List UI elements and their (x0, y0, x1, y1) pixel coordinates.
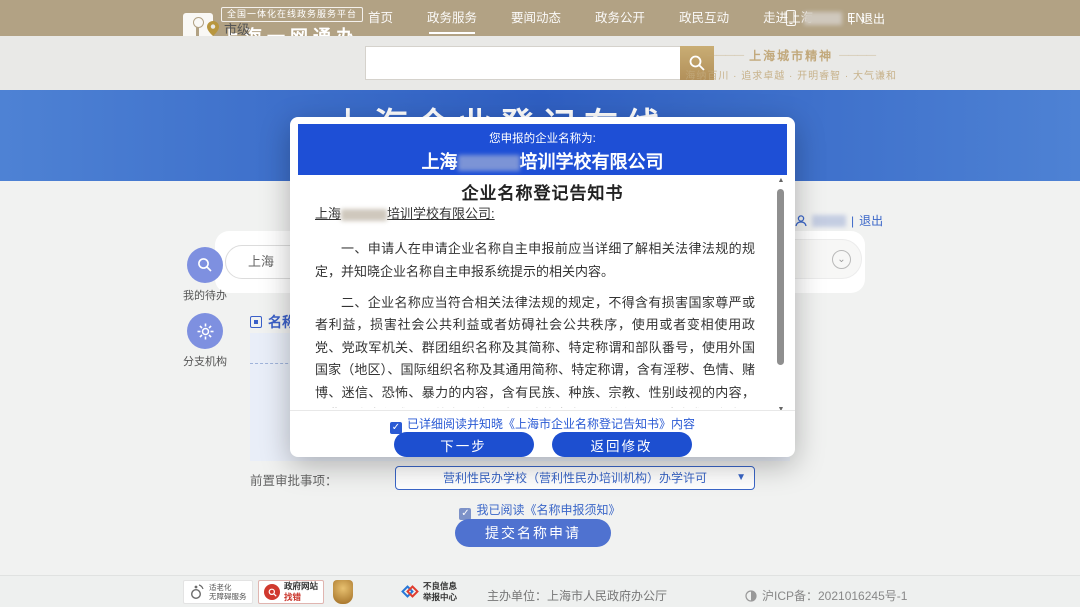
declared-name-caption: 您申报的企业名称为: (298, 130, 787, 146)
nav-home[interactable]: 首页 (368, 0, 393, 36)
city-spirit: 上海城市精神 海纳百川 · 追求卓越 · 开明睿智 · 大气谦和 (685, 47, 897, 82)
header-divider: | (850, 11, 853, 25)
notice-body[interactable]: 上海培训学校有限公司: 一、申请人在申请企业名称自主申报前应当详细了解相关法律法… (315, 203, 755, 408)
location-pin-icon (207, 21, 219, 36)
todo-search-icon (197, 257, 213, 273)
icp-text: 沪ICP备：2021016245号-1 (762, 587, 907, 604)
report-badge-line1: 不良信息 (423, 581, 457, 592)
footer: 适老化 无障碍服务 政府网站 找错 不良信息 举报中心 主办单位 (0, 575, 1080, 607)
gov-badge-line1: 政府网站 (284, 581, 318, 592)
nav-gov-open[interactable]: 政务公开 (595, 0, 645, 36)
section-icon (250, 316, 262, 328)
region-selector[interactable]: 市级 (207, 19, 250, 38)
account-name-redacted (812, 215, 846, 227)
gov-find-error-icon (264, 584, 280, 600)
top-header: 全国一体化在线政务服务平台 上海一网通办 首页 政务服务 要闻动态 政务公开 政… (0, 0, 1080, 36)
accessibility-badge[interactable]: 适老化 无障碍服务 (183, 580, 253, 604)
company-name-redacted (458, 155, 520, 171)
city-spirit-title: 上海城市精神 (685, 47, 897, 64)
mobile-icon[interactable] (786, 10, 796, 26)
my-todo-button[interactable] (187, 247, 223, 283)
gov-site-error-badge[interactable]: 政府网站 找错 (258, 580, 324, 604)
notice-modal: 您申报的企业名称为: 上海培训学校有限公司 企业名称登记告知书 上海培训学校有限… (290, 117, 795, 457)
emblem-badge-icon[interactable] (333, 580, 353, 604)
notice-title: 企业名称登记告知书 (290, 179, 795, 204)
region-label: 市级 (224, 19, 250, 38)
host-unit: 主办单位：上海市人民政府办公厅 (487, 587, 667, 604)
addressee-redacted (341, 209, 387, 221)
notice-paragraph-1: 一、申请人在申请企业名称自主申报前应当详细了解相关法律法规的规定，并知晓企业名称… (315, 238, 755, 283)
addressee-line: 上海培训学校有限公司: (315, 203, 495, 225)
modal-scrollbar[interactable]: ▲ ▼ (776, 177, 786, 413)
search-input[interactable] (365, 46, 680, 80)
branch-label: 分支机构 (175, 353, 235, 369)
nav-news[interactable]: 要闻动态 (511, 0, 561, 36)
scroll-up-icon[interactable]: ▲ (776, 177, 786, 184)
report-badge-line2: 举报中心 (423, 592, 457, 603)
content-logout-link[interactable]: 退出 (859, 212, 883, 229)
select-caret-icon: ▼ (736, 467, 746, 489)
content-divider: | (851, 214, 854, 228)
nav-interaction[interactable]: 政民互动 (679, 0, 729, 36)
submit-name-button[interactable]: 提交名称申请 (455, 519, 611, 547)
pre-approval-label: 前置审批事项： (250, 470, 338, 489)
nav-gov-services[interactable]: 政务服务 (427, 0, 477, 36)
notice-paragraph-2: 二、企业名称应当符合相关法律法规的规定，不得含有损害国家尊严或者利益，损害社会公… (315, 292, 755, 408)
logout-link[interactable]: 退出 (861, 10, 885, 27)
declared-company-name: 上海培训学校有限公司 (298, 148, 787, 174)
icp-icon (745, 590, 757, 602)
modal-header: 您申报的企业名称为: 上海培训学校有限公司 (298, 124, 787, 175)
user-icon (795, 215, 807, 227)
username-redacted (804, 12, 842, 25)
gov-badge-line2: 找错 (284, 592, 318, 603)
accessibility-icon (189, 584, 205, 600)
report-diamonds-icon (403, 584, 419, 600)
chevron-down-icon[interactable]: ⌄ (832, 250, 851, 269)
accessibility-line1: 适老化 (209, 583, 247, 592)
back-modify-button[interactable]: 返回修改 (552, 432, 692, 457)
modal-divider (290, 410, 795, 411)
report-center-badge[interactable]: 不良信息 举报中心 (398, 580, 462, 604)
accessibility-line2: 无障碍服务 (209, 592, 247, 601)
branch-button[interactable] (187, 313, 223, 349)
icp-record[interactable]: 沪ICP备：2021016245号-1 (745, 587, 907, 604)
screen: 全国一体化在线政务服务平台 上海一网通办 首页 政务服务 要闻动态 政务公开 政… (0, 0, 1080, 607)
scrollbar-thumb[interactable] (777, 189, 784, 365)
read-notice-row: ✓我已阅读《名称申报须知》 (0, 501, 1080, 520)
agree-label[interactable]: 已详细阅读并知晓《上海市企业名称登记告知书》内容 (407, 417, 695, 431)
read-notice-label[interactable]: 我已阅读《名称申报须知》 (476, 503, 620, 517)
my-todo-label: 我的待办 (175, 287, 235, 303)
next-step-button[interactable]: 下一步 (394, 432, 534, 457)
pre-approval-select[interactable]: 营利性民办学校（营利性民办培训机构）办学许可 ▼ (395, 466, 755, 490)
city-spirit-motto: 海纳百川 · 追求卓越 · 开明睿智 · 大气谦和 (685, 67, 897, 82)
gear-icon (197, 323, 214, 340)
